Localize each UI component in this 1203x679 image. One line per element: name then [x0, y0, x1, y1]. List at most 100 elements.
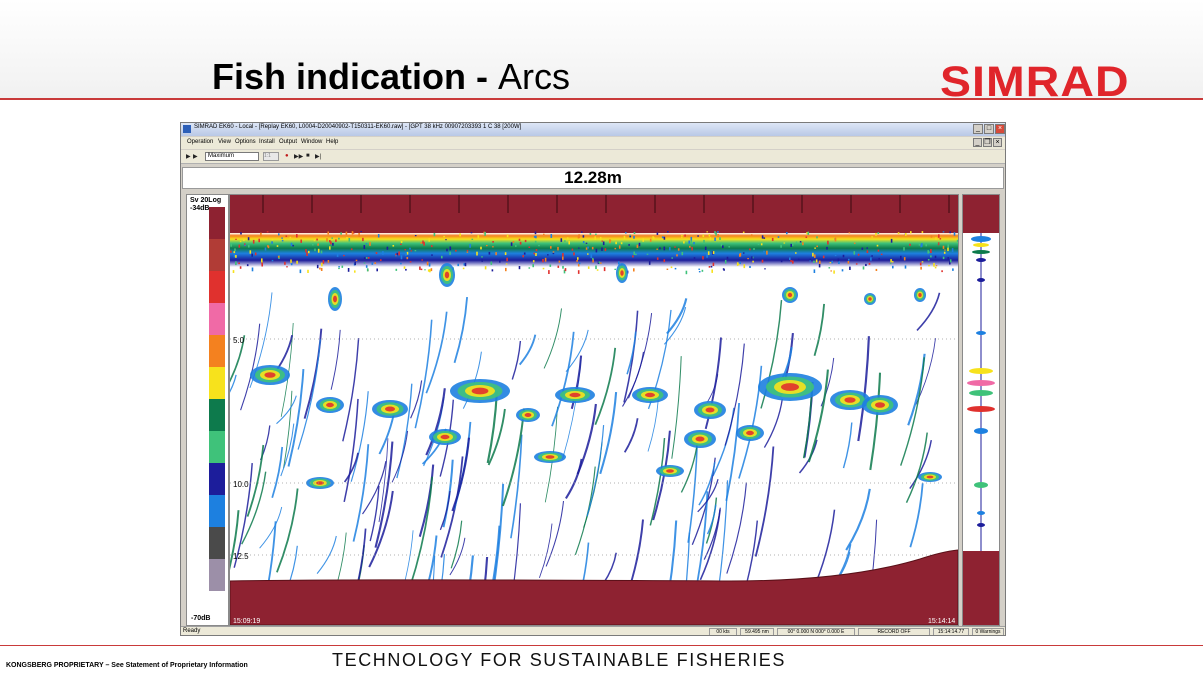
surface-speck	[308, 250, 310, 254]
fish-arc	[276, 395, 297, 425]
surface-speck	[601, 240, 604, 242]
fast-forward-icon[interactable]: ▶▶	[294, 153, 303, 160]
surface-speck	[577, 257, 579, 260]
maximize-button[interactable]: □	[984, 124, 994, 134]
surface-speck	[763, 250, 765, 253]
surface-speck	[523, 252, 526, 255]
surface-speck	[423, 241, 425, 246]
surface-speck	[681, 251, 684, 256]
surface-speck	[271, 241, 273, 244]
fish-echo	[781, 383, 799, 391]
surface-speck	[232, 270, 235, 273]
surface-speck	[533, 252, 536, 255]
echogram-view[interactable]: 5.0 10.0 12.5 15:09:19 15:14:14	[229, 194, 959, 626]
surface-speck	[312, 244, 314, 246]
doc-minimize-button[interactable]: _	[973, 138, 982, 147]
surface-speck	[258, 238, 260, 243]
surface-speck	[249, 250, 252, 254]
surface-speck	[669, 247, 671, 251]
profile-echo	[972, 250, 990, 254]
surface-speck	[786, 232, 788, 235]
surface-speck	[628, 244, 630, 246]
step-icon[interactable]: ▶	[193, 153, 198, 160]
profile-echoes	[967, 236, 995, 527]
surface-speck	[455, 249, 457, 252]
surface-speck	[862, 266, 865, 270]
surface-speck	[533, 235, 536, 238]
menu-view[interactable]: View	[218, 139, 231, 145]
speed-select[interactable]: 1:1	[263, 152, 279, 161]
menu-install[interactable]: Install	[259, 139, 275, 145]
surface-speck	[736, 262, 739, 266]
surface-speck	[547, 254, 549, 256]
surface-speck	[663, 259, 666, 263]
close-button[interactable]: ×	[995, 124, 1005, 134]
stop-icon[interactable]: ■	[306, 153, 310, 159]
status-ready: Ready	[183, 628, 201, 634]
surface-speck	[930, 235, 933, 238]
surface-speck	[505, 263, 508, 265]
surface-speck	[238, 244, 241, 248]
depth-readout: 12.28m	[182, 167, 1004, 189]
surface-speck	[316, 264, 319, 269]
surface-speck	[595, 248, 598, 253]
surface-speck	[320, 250, 323, 254]
surface-speck	[428, 263, 431, 267]
window-title: SIMRAD EK60 - Local - [Replay EK60, L000…	[194, 124, 522, 130]
status-speed: 00 kts	[709, 628, 737, 635]
surface-speck	[816, 245, 818, 248]
surface-speck	[937, 242, 940, 244]
surface-speck	[367, 257, 370, 259]
doc-restore-button[interactable]: ❐	[983, 138, 992, 147]
surface-speck	[515, 244, 517, 247]
fish-arc	[706, 504, 717, 535]
fish-echo	[695, 436, 705, 442]
menu-window[interactable]: Window	[301, 139, 322, 145]
fish-arc	[802, 389, 813, 459]
surface-speck	[348, 238, 351, 242]
doc-close-button[interactable]: ×	[993, 138, 1002, 147]
fish-echo	[666, 469, 674, 473]
play-icon[interactable]: ▶	[186, 153, 191, 160]
menu-help[interactable]: Help	[326, 139, 338, 145]
surface-speck	[799, 241, 802, 243]
minimize-button[interactable]: _	[973, 124, 983, 134]
surface-speck	[690, 236, 693, 241]
fish-arc	[869, 372, 882, 471]
surface-speck	[230, 250, 232, 253]
surface-speck	[549, 264, 552, 267]
fish-arc	[453, 297, 469, 364]
surface-speck	[853, 242, 856, 244]
status-time: 15:14:14.77	[933, 628, 969, 635]
record-icon[interactable]: ●	[285, 153, 289, 159]
surface-speck	[947, 244, 949, 249]
fish-arc	[487, 408, 506, 466]
surface-speck	[519, 241, 522, 245]
surface-speck	[290, 259, 292, 263]
time-start-label: 15:09:19	[233, 618, 260, 625]
menu-output[interactable]: Output	[279, 139, 297, 145]
surface-speck	[927, 250, 929, 254]
mode-select[interactable]: Maximum	[205, 152, 259, 161]
surface-speck	[557, 265, 560, 268]
surface-speck	[562, 253, 564, 257]
surface-speck	[638, 242, 641, 247]
surface-speck	[870, 257, 872, 261]
surface-speck	[469, 244, 471, 248]
surface-speck	[795, 252, 797, 254]
next-file-icon[interactable]: ▶|	[315, 153, 321, 160]
surface-speck	[750, 234, 753, 236]
surface-speck	[340, 232, 342, 235]
surface-speck	[944, 249, 946, 251]
menu-options[interactable]: Options	[235, 139, 256, 145]
surface-speck	[956, 239, 958, 242]
surface-speck	[707, 251, 710, 255]
surface-speck	[620, 242, 623, 245]
surface-speck	[550, 246, 552, 249]
fish-arc	[602, 552, 617, 585]
surface-speck	[875, 232, 877, 236]
surface-speck	[918, 243, 921, 246]
surface-speck	[414, 250, 417, 252]
menu-operation[interactable]: Operation	[187, 139, 213, 145]
color-scale-swatch	[209, 367, 225, 399]
